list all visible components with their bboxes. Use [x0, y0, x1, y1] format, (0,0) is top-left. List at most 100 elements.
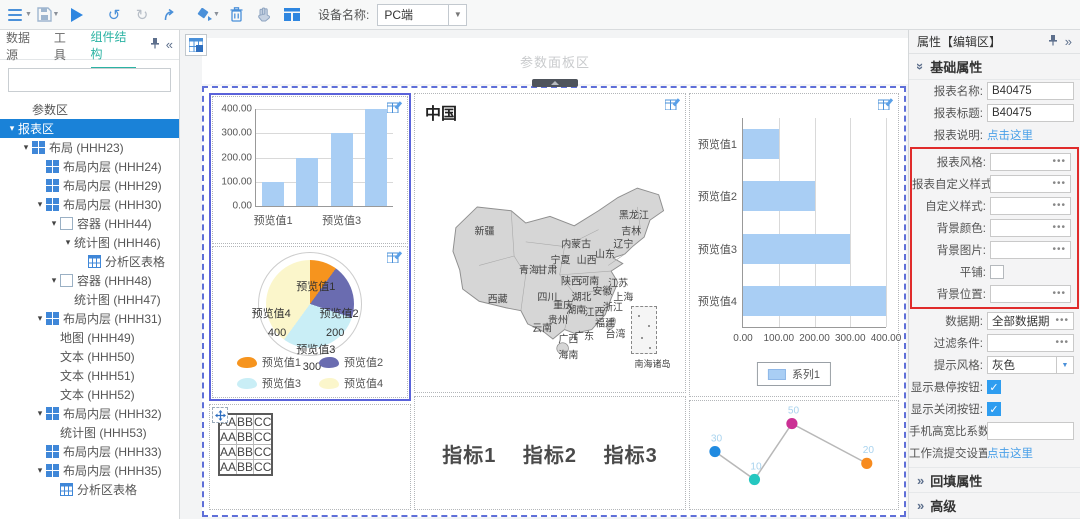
table-cell[interactable]: BB — [237, 445, 254, 460]
collapse-panel-icon[interactable]: « — [166, 38, 173, 51]
tree-item-hhh44[interactable]: ▾容器 (HHH44) — [0, 214, 179, 233]
property-input[interactable] — [987, 422, 1074, 440]
indicator-text-2[interactable]: 指标2 — [523, 439, 577, 468]
property-link[interactable]: 点击这里 — [987, 445, 1033, 461]
property-input[interactable]: ••• — [990, 153, 1071, 171]
device-select[interactable]: PC端 ▼ — [377, 4, 467, 26]
table-cell[interactable]: CC — [254, 414, 273, 430]
table-cell[interactable]: AA — [219, 430, 237, 445]
tree-item-hhh48[interactable]: ▾容器 (HHH48) — [0, 271, 179, 290]
tree-item-hhh30[interactable]: ▾布局内层 (HHH30) — [0, 195, 179, 214]
tree-item[interactable]: 分析区表格 — [0, 252, 179, 271]
chart-settings-icon[interactable] — [387, 250, 403, 268]
tree-item-hhh46[interactable]: ▾统计图 (HHH46) — [0, 233, 179, 252]
property-input[interactable]: ••• — [990, 175, 1071, 193]
tree-item-hhh52[interactable]: 文本 (HHH52) — [0, 385, 179, 404]
pin-icon[interactable] — [1048, 35, 1058, 49]
tree-item-hhh53[interactable]: 统计图 (HHH53) — [0, 423, 179, 442]
property-select[interactable]: 灰色▼ — [987, 356, 1074, 374]
tree-expand-icon[interactable]: ▾ — [6, 123, 18, 134]
property-input[interactable]: B40475 — [987, 82, 1074, 100]
table-cell[interactable]: BB — [237, 460, 254, 476]
chart-settings-icon[interactable] — [665, 97, 681, 115]
property-input[interactable]: ••• — [990, 285, 1071, 303]
property-label: 背景位置: — [912, 286, 990, 302]
tree-item[interactable]: 分析区表格 — [0, 480, 179, 499]
bar-chart-widget[interactable]: 400.00300.00200.00100.000.00预览值1预览值3 — [212, 96, 408, 244]
canvas-grid-button[interactable] — [185, 34, 207, 56]
tree-expand-icon[interactable]: ▾ — [34, 465, 46, 476]
bar-预览值4 — [743, 286, 886, 316]
legend-item[interactable]: 预览值4 — [319, 375, 383, 391]
delete-icon[interactable] — [224, 3, 248, 27]
hbar-chart-widget[interactable]: 0.00100.00200.00300.00400.00预览值1预览值2预览值3… — [689, 93, 899, 397]
tree-expand-icon[interactable]: ▾ — [34, 199, 46, 210]
table-cell[interactable]: BB — [237, 414, 254, 430]
tree-item-hhh32[interactable]: ▾布局内层 (HHH32) — [0, 404, 179, 423]
table-cell[interactable]: CC — [254, 460, 273, 476]
tree-item-hhh24[interactable]: 布局内层 (HHH24) — [0, 157, 179, 176]
indicator-text-3[interactable]: 指标3 — [604, 439, 658, 468]
legend-item[interactable]: 预览值3 — [237, 375, 301, 391]
tree-expand-icon[interactable]: ▾ — [48, 218, 60, 229]
property-input[interactable]: ••• — [990, 197, 1071, 215]
export-icon[interactable] — [158, 3, 182, 27]
chart-settings-icon[interactable] — [387, 100, 403, 118]
line-chart-widget[interactable]: 30105020 — [689, 400, 899, 510]
search-input[interactable] — [9, 73, 176, 87]
tree-expand-icon[interactable]: ▾ — [34, 408, 46, 419]
tree-expand-icon[interactable]: ▾ — [20, 142, 32, 153]
pin-icon[interactable] — [150, 36, 160, 54]
table-cell[interactable]: BB — [237, 430, 254, 445]
table-widget[interactable]: AABBCCAABBCCAABBCCAABBCC — [209, 404, 411, 510]
hbar-legend[interactable]: 系列1 — [757, 362, 831, 386]
layout-icon[interactable] — [280, 3, 304, 27]
tree-expand-icon[interactable]: ▾ — [62, 237, 74, 248]
tree-expand-icon[interactable]: ▾ — [48, 275, 60, 286]
collapse-properties-icon[interactable]: » — [1065, 35, 1072, 48]
tree-item-hhh31[interactable]: ▾布局内层 (HHH31) — [0, 309, 179, 328]
table-cell[interactable]: CC — [254, 445, 273, 460]
table-cell[interactable]: AA — [219, 445, 237, 460]
property-input[interactable]: ••• — [990, 219, 1071, 237]
table-cell[interactable]: AA — [219, 460, 237, 476]
property-input[interactable]: B40475 — [987, 104, 1074, 122]
checkbox[interactable] — [990, 265, 1004, 279]
tree-item[interactable]: ▾报表区 — [0, 119, 179, 138]
section-basic-properties[interactable]: » 基础属性 — [909, 54, 1080, 80]
table-cell[interactable]: CC — [254, 430, 273, 445]
legend-item[interactable]: 预览值2 — [319, 354, 383, 370]
pie-chart-widget[interactable]: 预览值1预览值4400预览值2200预览值3300预览值1预览值2预览值3预览值… — [212, 246, 408, 398]
move-handle-icon[interactable] — [212, 407, 228, 423]
property-input[interactable]: ••• — [987, 334, 1074, 352]
tree-item-hhh33[interactable]: 布局内层 (HHH33) — [0, 442, 179, 461]
property-link[interactable]: 点击这里 — [987, 127, 1033, 143]
panel-collapse-grip[interactable] — [532, 79, 578, 87]
section-writeback-properties[interactable]: » 回填属性 — [909, 467, 1080, 493]
tree-item-hhh47[interactable]: 统计图 (HHH47) — [0, 290, 179, 309]
tree-item-hhh29[interactable]: 布局内层 (HHH29) — [0, 176, 179, 195]
tree-item-hhh49[interactable]: 地图 (HHH49) — [0, 328, 179, 347]
tree-item-hhh35[interactable]: ▾布局内层 (HHH35) — [0, 461, 179, 480]
chevron-down-icon[interactable]: ▼ — [1057, 356, 1074, 374]
checkbox[interactable]: ✓ — [987, 380, 1001, 394]
tree-item-hhh50[interactable]: 文本 (HHH50) — [0, 347, 179, 366]
indicator-text-1[interactable]: 指标1 — [442, 439, 496, 468]
section-advanced[interactable]: » 高级 — [909, 493, 1080, 519]
checkbox[interactable]: ✓ — [987, 402, 1001, 416]
property-input[interactable]: 全部数据期••• — [987, 312, 1074, 330]
hand-icon[interactable] — [252, 3, 276, 27]
tree-item-hhh51[interactable]: 文本 (HHH51) — [0, 366, 179, 385]
point-label: 50 — [788, 405, 800, 416]
tree-expand-icon[interactable]: ▾ — [34, 313, 46, 324]
legend-item[interactable]: 预览值1 — [237, 354, 301, 370]
chart-settings-icon[interactable] — [878, 97, 894, 115]
parameter-panel-area[interactable]: 参数面板区 — [202, 38, 908, 84]
format-icon[interactable]: ▼ — [196, 3, 220, 27]
tree-item[interactable]: 参数区 — [0, 100, 179, 119]
property-input[interactable]: ••• — [990, 241, 1071, 259]
indicator-widget[interactable]: 指标1 指标2 指标3 — [414, 396, 686, 510]
tree-item-hhh23[interactable]: ▾布局 (HHH23) — [0, 138, 179, 157]
map-widget[interactable]: 中国 — [414, 93, 686, 393]
device-select-caret-icon[interactable]: ▼ — [449, 4, 467, 26]
